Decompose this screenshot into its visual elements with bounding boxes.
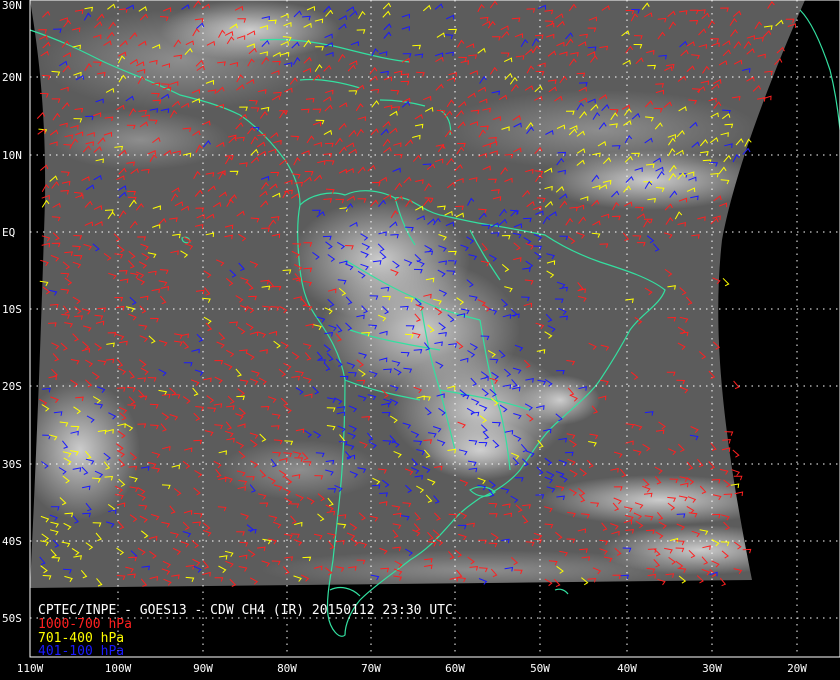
lon-label-100w: 100W [105, 662, 132, 675]
lat-label-20s: 20S [2, 380, 22, 393]
lat-label-30n: 30N [2, 0, 22, 12]
product-title: CPTEC/INPE - GOES13 - CDW CH4 (IR) 20150… [38, 603, 453, 618]
lat-label-30s: 30S [2, 458, 22, 471]
lat-label-10n: 10N [2, 149, 22, 162]
lon-label-110w: 110W [17, 662, 44, 675]
lat-label-eq: EQ [2, 226, 15, 239]
lat-label-10s: 10S [2, 303, 22, 316]
lon-label-50w: 50W [530, 662, 550, 675]
lon-label-30w: 30W [702, 662, 722, 675]
lon-label-70w: 70W [361, 662, 381, 675]
legend-high-level: 401-100 hPa [38, 644, 125, 659]
lon-label-40w: 40W [617, 662, 637, 675]
lon-label-80w: 80W [277, 662, 297, 675]
satellite-wind-map: 30N 20N 10N EQ 10S 20S 30S 40S 50S 110W 100W 90W 80… [0, 0, 840, 680]
ir-imagery [30, 0, 805, 588]
lon-label-20w: 20W [787, 662, 807, 675]
lon-label-90w: 90W [193, 662, 213, 675]
lat-label-20n: 20N [2, 71, 22, 84]
lon-label-60w: 60W [445, 662, 465, 675]
lat-label-40s: 40S [2, 535, 22, 548]
legend-low-level: 1000-700 hPa [38, 617, 132, 632]
lat-label-50s: 50S [2, 612, 22, 625]
